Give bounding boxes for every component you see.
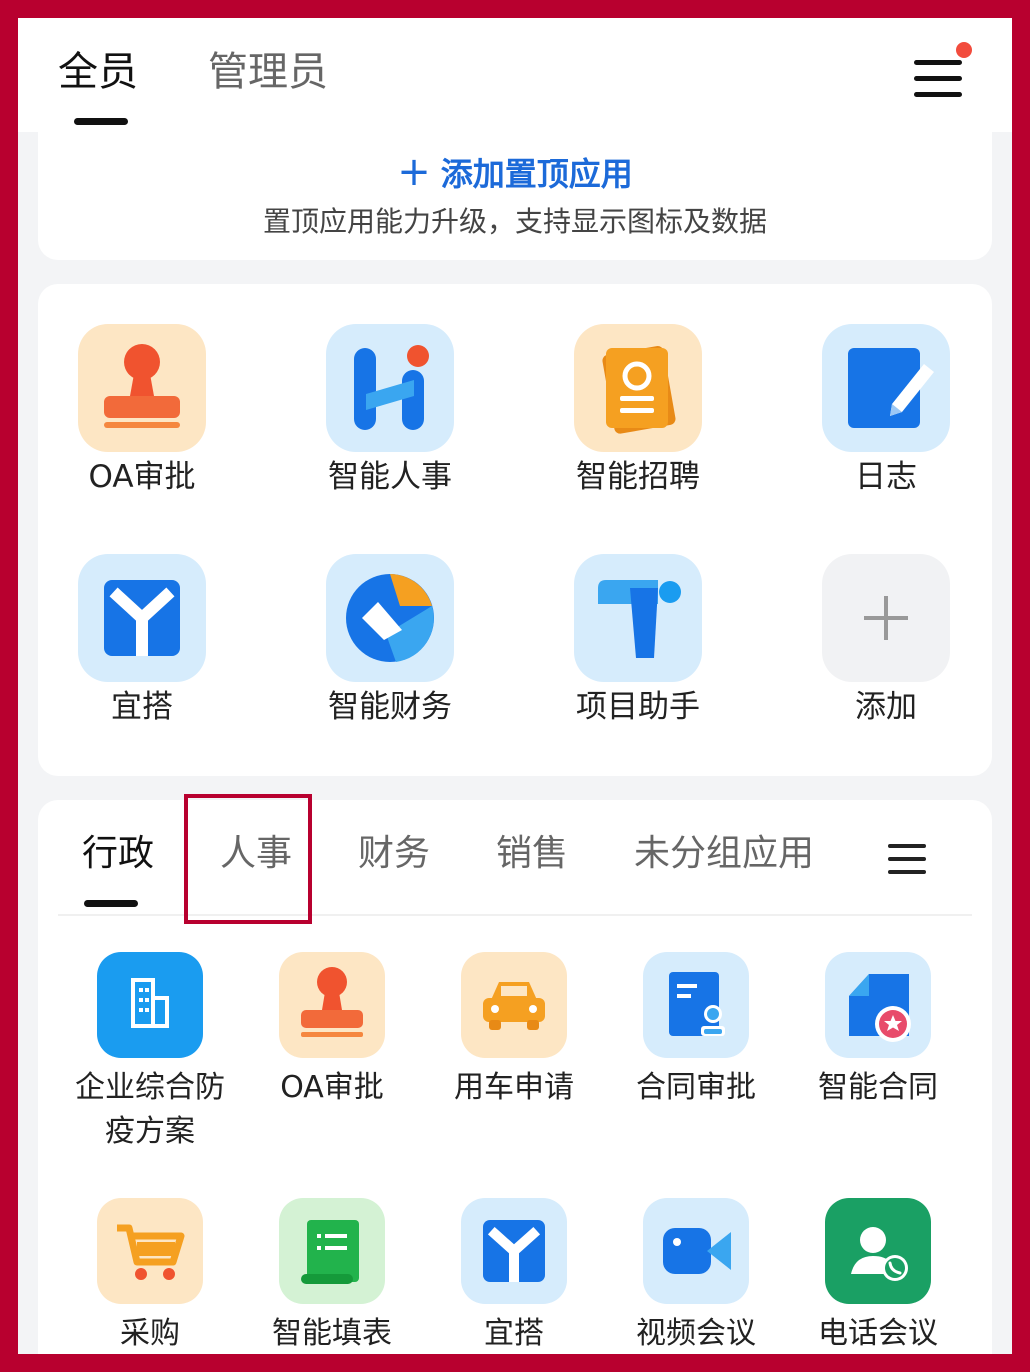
add-pinned-app-button[interactable]: + 添加置顶应用 bbox=[38, 150, 992, 196]
top-header: 全员 管理员 bbox=[18, 18, 1012, 132]
app-label: 宜搭 bbox=[111, 689, 173, 725]
app-label: 智能填表 bbox=[272, 1316, 392, 1351]
hamburger-menu-icon[interactable] bbox=[914, 58, 966, 100]
app-label-line1: 企业综合防 bbox=[75, 1070, 225, 1105]
app-label: 宜搭 bbox=[484, 1316, 544, 1351]
app-label: 项目助手 bbox=[576, 689, 700, 725]
phone-contact-icon bbox=[825, 1198, 931, 1304]
add-pinned-label: 添加置顶应用 bbox=[440, 155, 633, 193]
category-apps-card: 行政 人事 财务 销售 未分组应用 企业综合防 疫方案 OA审批 用车申请 合同… bbox=[38, 800, 992, 1354]
app-label-line2: 疫方案 bbox=[105, 1114, 195, 1149]
yida-icon bbox=[78, 554, 206, 682]
notification-dot bbox=[956, 42, 972, 58]
app-video-meeting[interactable]: 视频会议 bbox=[598, 1198, 780, 1354]
app-contract-approval[interactable]: 合同审批 bbox=[598, 952, 780, 1152]
smart-contract-icon bbox=[825, 952, 931, 1058]
stamp-icon bbox=[78, 324, 206, 452]
app-smart-form[interactable]: 智能填表 bbox=[234, 1198, 416, 1354]
app-screen: 全员 管理员 + 添加置顶应用 置顶应用能力升级，支持显示图标及数据 OA审批 … bbox=[18, 18, 1012, 1354]
app-label: OA审批 bbox=[88, 459, 196, 495]
plus-icon bbox=[822, 554, 950, 682]
app-label: 智能招聘 bbox=[576, 459, 700, 495]
app-label: 视频会议 bbox=[636, 1316, 756, 1351]
app-label: 电话会议 bbox=[818, 1316, 938, 1351]
tab-ungrouped[interactable]: 未分组应用 bbox=[634, 830, 814, 878]
app-add[interactable]: 添加 bbox=[782, 514, 962, 725]
app-label: 用车申请 bbox=[454, 1070, 574, 1105]
app-label: 合同审批 bbox=[636, 1070, 756, 1105]
app-phone-meeting[interactable]: 电话会议 bbox=[780, 1198, 962, 1354]
pinned-subtitle: 置顶应用能力升级，支持显示图标及数据 bbox=[262, 205, 767, 238]
contract-approve-icon bbox=[643, 952, 749, 1058]
cart-icon bbox=[97, 1198, 203, 1304]
yida-icon bbox=[461, 1198, 567, 1304]
app-smart-contract[interactable]: 智能合同 bbox=[780, 952, 962, 1152]
active-tab-indicator bbox=[74, 118, 128, 125]
pinned-apps-card: + 添加置顶应用 置顶应用能力升级，支持显示图标及数据 bbox=[38, 132, 992, 260]
recruit-card-icon bbox=[574, 324, 702, 452]
app-label: 智能人事 bbox=[328, 459, 452, 495]
building-icon bbox=[97, 952, 203, 1058]
car-icon bbox=[461, 952, 567, 1058]
app-yida[interactable]: 宜搭 bbox=[38, 514, 218, 725]
app-oa-approval[interactable]: OA审批 bbox=[38, 284, 218, 495]
app-label: 智能合同 bbox=[818, 1070, 938, 1105]
app-label: 添加 bbox=[855, 689, 917, 725]
project-t-icon bbox=[574, 554, 702, 682]
app-label: 企业综合防 疫方案 bbox=[52, 1066, 248, 1154]
tab-finance[interactable]: 财务 bbox=[358, 830, 430, 878]
common-apps-card: OA审批 智能人事 智能招聘 日志 宜搭 智能财务 项目助手 添加 bbox=[38, 284, 992, 776]
tab-sales[interactable]: 销售 bbox=[496, 830, 568, 878]
app-log[interactable]: 日志 bbox=[782, 284, 962, 495]
app-smart-finance[interactable]: 智能财务 bbox=[286, 514, 466, 725]
tab-admins[interactable]: 管理员 bbox=[208, 46, 328, 98]
app-project-assistant[interactable]: 项目助手 bbox=[534, 514, 714, 725]
app-label: 智能财务 bbox=[328, 689, 452, 725]
tab-admin-affairs[interactable]: 行政 bbox=[82, 830, 154, 878]
app-label: OA审批 bbox=[280, 1070, 384, 1105]
app-car-request[interactable]: 用车申请 bbox=[416, 952, 598, 1152]
app-purchase[interactable]: 采购 bbox=[52, 1198, 234, 1354]
stamp-icon bbox=[279, 952, 385, 1058]
app-oa-approval-2[interactable]: OA审批 bbox=[234, 952, 416, 1152]
app-yida-2[interactable]: 宜搭 bbox=[416, 1198, 598, 1354]
app-label: 采购 bbox=[120, 1316, 180, 1351]
finance-icon bbox=[326, 554, 454, 682]
active-category-indicator bbox=[84, 900, 138, 907]
list-menu-icon[interactable] bbox=[888, 842, 928, 876]
notebook-pen-icon bbox=[822, 324, 950, 452]
app-smart-hr[interactable]: 智能人事 bbox=[286, 284, 466, 495]
app-label: 日志 bbox=[855, 459, 917, 495]
form-scroll-icon bbox=[279, 1198, 385, 1304]
video-camera-icon bbox=[643, 1198, 749, 1304]
plus-icon: + bbox=[397, 149, 431, 195]
highlight-box bbox=[184, 794, 312, 924]
tab-all-members[interactable]: 全员 bbox=[58, 46, 138, 98]
app-epidemic-plan[interactable]: 企业综合防 疫方案 bbox=[52, 952, 234, 1152]
hr-h-icon bbox=[326, 324, 454, 452]
app-smart-recruit[interactable]: 智能招聘 bbox=[534, 284, 714, 495]
